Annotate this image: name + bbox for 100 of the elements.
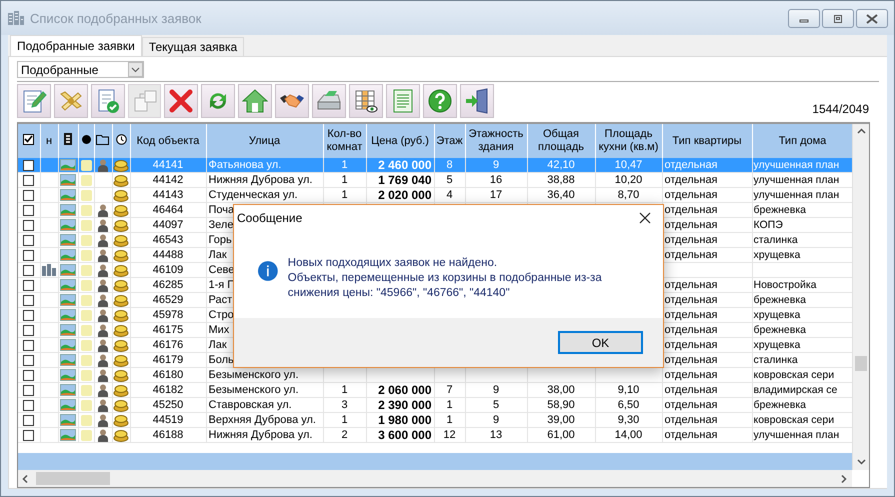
coins-icon (113, 324, 129, 336)
row-checkbox[interactable] (23, 174, 34, 186)
table-cell: хрущевка (754, 249, 800, 261)
row-checkbox[interactable] (23, 310, 34, 321)
column-header[interactable]: Кол-во комнат (323, 124, 366, 158)
table-cell: 1 769 040 (378, 173, 432, 187)
exit-icon (464, 88, 490, 114)
row-checkbox[interactable] (23, 430, 34, 441)
toolbar-button[interactable] (312, 84, 346, 118)
table-row[interactable]: 46182 Безыменского ул. 1 2 060 000 7 9 38,00 9,10 отдельная владимирская се (18, 382, 852, 398)
row-checkbox[interactable] (23, 370, 34, 381)
toolbar-button[interactable] (349, 84, 383, 118)
maximize-button[interactable] (822, 9, 854, 28)
close-icon (865, 14, 879, 24)
image-icon (60, 249, 76, 261)
toolbar-button[interactable] (17, 84, 51, 118)
window-title: Список подобранных заявок (30, 10, 202, 26)
coins-icon (113, 384, 129, 396)
tab[interactable]: Подобранные заявки (10, 35, 142, 56)
column-header[interactable]: Цена (руб.) (366, 124, 434, 158)
table-cell: отдельная (664, 204, 718, 216)
column-header[interactable]: Общая площадь (527, 124, 595, 158)
table-cell: 36,40 (547, 189, 575, 201)
table-cell: Мих (208, 324, 230, 336)
column-header[interactable]: Тип квартиры (662, 124, 752, 158)
table-cell: 7 (446, 384, 453, 396)
row-checkbox[interactable] (23, 324, 34, 336)
table-cell: сталинка (754, 354, 798, 366)
image-icon (60, 174, 76, 186)
row-checkbox[interactable] (23, 340, 34, 351)
column-header[interactable]: Тип дома (752, 124, 852, 158)
table-row[interactable]: 44519 Верхняя Дуброва ул. 1 1 980 000 1 9 39,00 9,30 отдельная ковровская сери (18, 412, 852, 428)
scroll-thumb[interactable] (36, 472, 110, 485)
table-cell: отдельная (664, 339, 718, 351)
close-icon[interactable] (639, 212, 651, 224)
row-checkbox[interactable] (23, 414, 34, 426)
table-row[interactable]: 45250 Ставровская ул. 3 2 390 000 1 5 58,90 6,50 отдельная брежневка (18, 398, 852, 412)
image-icon (60, 324, 76, 336)
vertical-scrollbar[interactable] (852, 124, 869, 470)
row-checkbox[interactable] (23, 190, 34, 201)
table-cell: Севе (208, 264, 234, 276)
note-icon (80, 324, 92, 336)
table-cell: 2 460 000 (378, 158, 432, 172)
table-row[interactable]: 46188 Нижняя Дуброва ул. 2 3 600 000 12 13 61,00 14,00 отдельная улучшенная план (18, 428, 852, 442)
column-header[interactable]: Код объекта (130, 124, 206, 158)
row-checkbox[interactable] (23, 400, 34, 411)
table-row[interactable]: 44142 Нижняя Дуброва ул. 1 1 769 040 5 16 38,88 10,20 отдельная улучшенная план (18, 172, 852, 188)
table-cell: улучшенная план (754, 159, 840, 171)
column-header[interactable]: Улица (206, 124, 323, 158)
toolbar-button[interactable] (91, 84, 125, 118)
table-cell: брежневка (754, 324, 806, 336)
table-cell: Зеле (208, 219, 234, 231)
filter-dropdown[interactable]: Подобранные (17, 61, 144, 78)
tab[interactable]: Текущая заявка (142, 37, 244, 56)
column-header[interactable]: Этажность здания (465, 124, 527, 158)
table-cell: Боль (208, 354, 234, 366)
row-checkbox[interactable] (23, 204, 34, 216)
toolbar-button[interactable] (201, 84, 235, 118)
table-cell: ковровская сери (754, 414, 834, 426)
table-cell: 2 020 000 (378, 188, 432, 202)
table-cell: Безыменского ул. (208, 369, 299, 381)
toolbar-button[interactable] (423, 84, 457, 118)
row-checkbox[interactable] (23, 160, 34, 171)
row-checkbox[interactable] (23, 354, 34, 366)
column-header[interactable]: Площадь кухни (кв.м) (595, 124, 662, 158)
ok-button[interactable]: OK (558, 331, 643, 354)
scroll-thumb[interactable] (855, 356, 867, 371)
toolbar-button[interactable] (460, 84, 494, 118)
row-checkbox[interactable] (23, 384, 34, 396)
row-checkbox[interactable] (23, 220, 34, 231)
table-cell: брежневка (754, 399, 806, 411)
column-header[interactable]: н (40, 124, 58, 158)
row-checkbox[interactable] (23, 250, 34, 261)
table-cell: 1 (341, 384, 348, 396)
toolbar-button[interactable] (238, 84, 272, 118)
table-cell: отдельная (664, 279, 718, 291)
table-cell: 2 390 000 (378, 398, 432, 412)
table-cell: улучшенная план (754, 189, 840, 201)
table-cell: Нижняя Дуброва ул. (208, 174, 312, 186)
row-checkbox[interactable] (23, 280, 34, 291)
horizontal-scrollbar[interactable] (18, 470, 852, 487)
row-checkbox[interactable] (23, 234, 34, 246)
table-cell: отдельная (664, 309, 718, 321)
toolbar-button[interactable] (275, 84, 309, 118)
table-cell: сталинка (754, 234, 798, 246)
toolbar-button[interactable] (386, 84, 420, 118)
table-cell: 14,00 (614, 429, 642, 441)
coins-icon (113, 338, 129, 352)
close-button[interactable] (856, 9, 888, 28)
note-icon (80, 190, 92, 200)
table-row[interactable]: 44143 Студенческая ул. 1 2 020 000 4 17 36,40 8,70 отдельная улучшенная план (18, 188, 852, 202)
note-icon (80, 340, 92, 350)
minimize-button[interactable] (788, 9, 820, 28)
row-checkbox[interactable] (23, 294, 34, 306)
toolbar-button[interactable] (164, 84, 198, 118)
maximize-icon (832, 14, 844, 24)
row-checkbox[interactable] (23, 264, 34, 276)
image-icon (60, 369, 76, 381)
column-header[interactable]: Этаж (434, 124, 465, 158)
table-cell: 4 (446, 189, 453, 201)
